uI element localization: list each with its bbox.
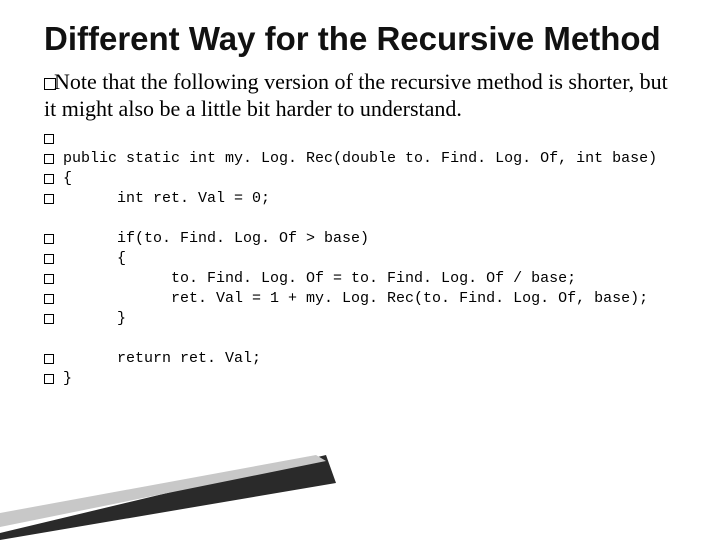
square-bullet-icon [44,274,54,284]
slide: Different Way for the Recursive Method N… [0,0,720,540]
code-text: public static int my. Log. Rec(double to… [63,149,657,169]
code-line: } [44,369,680,389]
code-line: ret. Val = 1 + my. Log. Rec(to. Find. Lo… [44,289,680,309]
code-text: return ret. Val; [63,349,261,369]
code-line [44,129,680,149]
code-line: public static int my. Log. Rec(double to… [44,149,680,169]
body-text: Note that the following version of the r… [44,69,668,122]
code-line: { [44,169,680,189]
code-text: ret. Val = 1 + my. Log. Rec(to. Find. Lo… [63,289,648,309]
code-line: if(to. Find. Log. Of > base) [44,229,680,249]
code-text: { [63,169,72,189]
code-text: } [63,369,72,389]
code-line: } [44,309,680,329]
code-text: int ret. Val = 0; [63,189,270,209]
code-text: } [63,309,126,329]
square-bullet-icon [44,294,54,304]
code-line: int ret. Val = 0; [44,189,680,209]
code-line: { [44,249,680,269]
blank-line [44,209,680,229]
code-block: public static int my. Log. Rec(double to… [44,129,680,389]
square-bullet-icon [44,314,54,324]
square-bullet-icon [44,234,54,244]
square-bullet-icon [44,374,54,384]
code-text: if(to. Find. Log. Of > base) [63,229,369,249]
code-line: return ret. Val; [44,349,680,369]
square-bullet-icon [44,174,54,184]
slide-title: Different Way for the Recursive Method [44,20,680,58]
square-bullet-icon [44,154,54,164]
decorative-wedge-icon [0,455,340,540]
square-bullet-icon [44,354,54,364]
code-text: { [63,249,126,269]
code-text: to. Find. Log. Of = to. Find. Log. Of / … [63,269,576,289]
square-bullet-icon [44,134,54,144]
body-paragraph: Note that the following version of the r… [44,68,680,123]
square-bullet-icon [44,194,54,204]
square-bullet-icon [44,254,54,264]
blank-line [44,329,680,349]
code-line: to. Find. Log. Of = to. Find. Log. Of / … [44,269,680,289]
